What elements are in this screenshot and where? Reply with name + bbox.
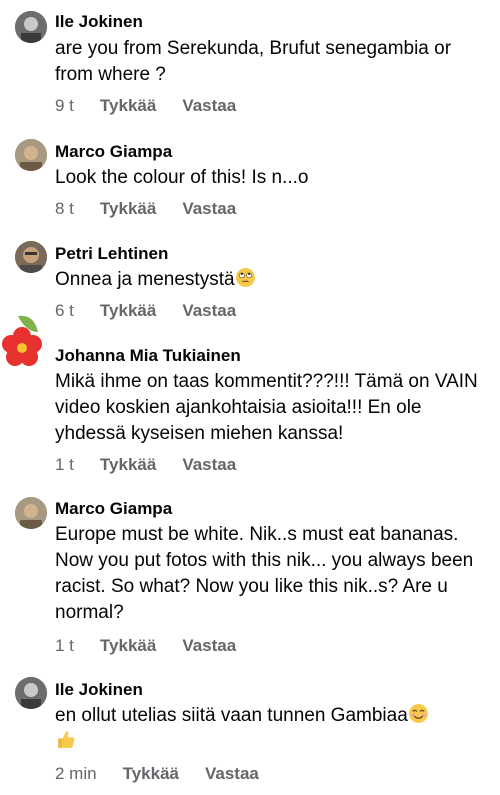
flower-avatar-icon[interactable] [0, 310, 48, 372]
comment-meta: 1 t Tykkää Vastaa [55, 636, 236, 656]
reply-button[interactable]: Vastaa [182, 199, 236, 219]
rolling-eyes-emoji-icon [235, 268, 255, 287]
avatar[interactable] [15, 139, 47, 171]
avatar[interactable] [15, 11, 47, 43]
comment-time: 2 min [55, 764, 97, 783]
comment-meta: 8 t Tykkää Vastaa [55, 199, 236, 219]
comment-text: Look the colour of this! Is n...o [55, 167, 309, 188]
comment-author[interactable]: Ile Jokinen [55, 680, 143, 700]
comment-author[interactable]: Petri Lehtinen [55, 244, 168, 264]
reply-button[interactable]: Vastaa [182, 96, 236, 116]
like-button[interactable]: Tykkää [123, 764, 179, 784]
comment-time: 1 t [55, 636, 74, 655]
comment-text-content: Onnea ja menestystä [55, 269, 235, 290]
comment-text: Mikä ihme on taas kommentit???!!! Tämä o… [55, 371, 478, 444]
avatar[interactable] [15, 677, 47, 709]
comment-time: 9 t [55, 96, 74, 115]
comment-text: are you from Serekunda, Brufut senegambi… [55, 38, 452, 85]
comment-author[interactable]: Johanna Mia Tukiainen [55, 346, 241, 366]
reply-button[interactable]: Vastaa [182, 636, 236, 656]
reply-button[interactable]: Vastaa [182, 301, 236, 321]
comment-time: 6 t [55, 301, 74, 320]
comment-text: Europe must be white. Nik..s must eat ba… [55, 524, 474, 623]
comment-text: en ollut utelias siitä vaan tunnen Gambi… [55, 703, 485, 755]
like-button[interactable]: Tykkää [100, 301, 156, 321]
comment-text: Onnea ja menestystä [55, 267, 485, 293]
comment-meta: 1 t Tykkää Vastaa [55, 455, 236, 475]
avatar[interactable] [15, 241, 47, 273]
comment-author[interactable]: Ile Jokinen [55, 12, 143, 32]
avatar[interactable] [15, 497, 47, 529]
comment-time: 1 t [55, 455, 74, 474]
reply-button[interactable]: Vastaa [182, 455, 236, 475]
like-button[interactable]: Tykkää [100, 636, 156, 656]
comment-author[interactable]: Marco Giampa [55, 499, 172, 519]
like-button[interactable]: Tykkää [100, 96, 156, 116]
comment-meta: 9 t Tykkää Vastaa [55, 96, 236, 116]
comment-time: 8 t [55, 199, 74, 218]
comment-text-content: en ollut utelias siitä vaan tunnen Gambi… [55, 705, 408, 726]
comment-meta: 2 min Tykkää Vastaa [55, 764, 259, 784]
comment-meta: 6 t Tykkää Vastaa [55, 301, 236, 321]
comment-author[interactable]: Marco Giampa [55, 142, 172, 162]
reply-button[interactable]: Vastaa [205, 764, 259, 784]
like-button[interactable]: Tykkää [100, 455, 156, 475]
smiling-emoji-icon [408, 704, 428, 723]
thumbs-up-emoji-icon [58, 731, 75, 748]
like-button[interactable]: Tykkää [100, 199, 156, 219]
